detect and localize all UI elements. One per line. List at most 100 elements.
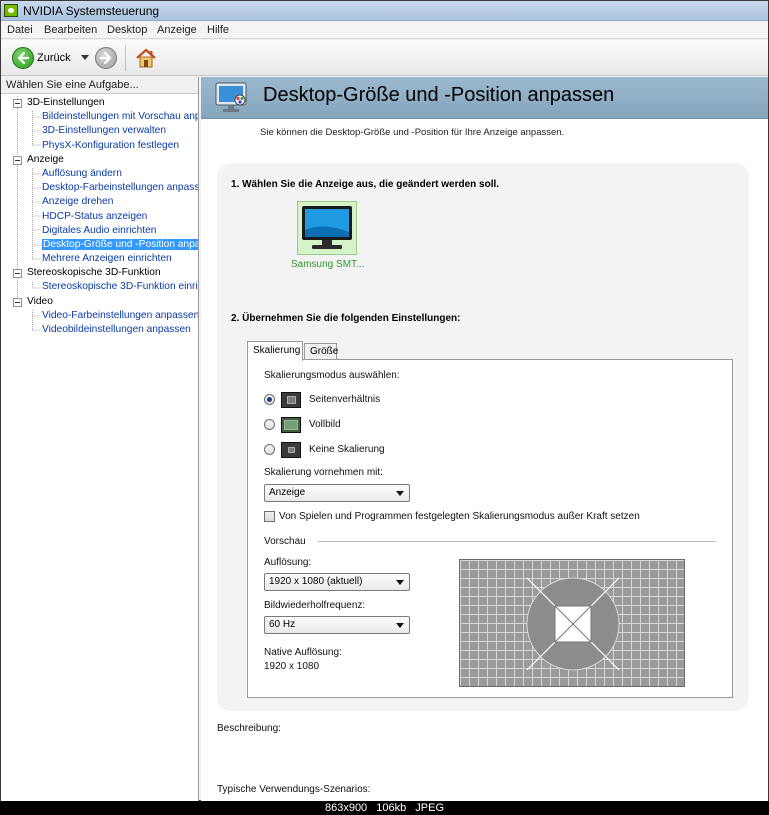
tree-item-label: Stereoskopische 3D-Funktion einrichten [42, 281, 198, 293]
mode-label-seitenverhaeltnis[interactable]: Seitenverhältnis [309, 394, 380, 405]
content-panel: Desktop-Größe und -Position anpassen Sie… [201, 77, 768, 801]
page-description: Sie können die Desktop-Größe und -Positi… [260, 127, 565, 138]
resolution-select[interactable]: 1920 x 1080 (aktuell) [264, 573, 410, 591]
tree-group-label: Anzeige [27, 153, 64, 165]
description-label: Beschreibung: [217, 723, 281, 734]
sidebar-item-farbeinstellungen[interactable]: Desktop-Farbeinstellungen anpassen [1, 181, 198, 195]
tree-group-stereo[interactable]: Stereoskopische 3D-Funktion [1, 266, 198, 280]
radio-keine-skalierung[interactable] [264, 444, 275, 455]
menu-anzeige[interactable]: Anzeige [157, 24, 197, 36]
tree-group-label: 3D-Einstellungen [27, 97, 105, 108]
tree-item-label: Digitales Audio einrichten [42, 224, 157, 236]
sidebar-item-physx[interactable]: PhysX-Konfiguration festlegen [1, 139, 198, 153]
tree-item-label: Videobildeinstellungen anpassen [42, 324, 191, 335]
nvidia-logo-icon [4, 4, 18, 17]
tab-groesse[interactable]: Größe [304, 343, 338, 360]
step-2-heading: 2. Übernehmen Sie die folgenden Einstell… [231, 313, 461, 324]
perform-on-label: Skalierung vornehmen mit: [264, 467, 383, 478]
sidebar-item-stereo-einrichten[interactable]: Stereoskopische 3D-Funktion einrichten [1, 280, 198, 294]
back-label[interactable]: Zurück [37, 52, 71, 64]
tree-item-label: 3D-Einstellungen verwalten [42, 125, 167, 137]
override-checkbox[interactable] [264, 511, 275, 522]
sidebar-item-mehrere-anzeigen[interactable]: Mehrere Anzeigen einrichten [1, 252, 198, 266]
skalierung-panel: Skalierungsmodus auswählen: Seitenverhäl… [247, 359, 733, 698]
sidebar-item-video-farbe[interactable]: Video-Farbeinstellungen anpassen [1, 309, 198, 323]
tree-item-label: PhysX-Konfiguration festlegen [42, 139, 180, 151]
image-size: 106kb [376, 802, 407, 814]
tree-group-anzeige[interactable]: Anzeige [1, 153, 198, 167]
tree-item-label: Bildeinstellungen mit Vorschau anpassen [42, 111, 198, 123]
toolbar-separator [125, 45, 126, 71]
refresh-rate-select[interactable]: 60 Hz [264, 616, 410, 634]
sidebar-item-hdcp[interactable]: HDCP-Status anzeigen [1, 210, 198, 224]
history-dropdown-icon[interactable] [81, 55, 89, 60]
no-scaling-icon [281, 442, 301, 458]
image-info-bar: 863x900 106kb JPEG [0, 801, 769, 815]
override-checkbox-label[interactable]: Von Spielen und Programmen festgelegten … [279, 511, 640, 522]
native-resolution-label: Native Auflösung: [264, 647, 342, 658]
image-format: JPEG [415, 802, 445, 814]
tree-group-video[interactable]: Video [1, 295, 198, 309]
mode-label-keine-skalierung[interactable]: Keine Skalierung [309, 444, 385, 455]
settings-area: 1. Wählen Sie die Anzeige aus, die geänd… [217, 163, 749, 711]
toolbar: Zurück [1, 40, 768, 76]
tree-item-label: Desktop-Farbeinstellungen anpassen [42, 182, 198, 194]
collapse-icon[interactable] [13, 155, 22, 165]
tree-group-label: Video [27, 295, 53, 307]
tree-group-3d[interactable]: 3D-Einstellungen [1, 96, 198, 110]
title-bar[interactable]: NVIDIA Systemsteuerung [1, 1, 768, 21]
tree-item-label: Anzeige drehen [42, 196, 114, 208]
sidebar-item-anzeige-drehen[interactable]: Anzeige drehen [1, 195, 198, 209]
perform-on-select[interactable]: Anzeige [264, 484, 410, 502]
collapse-icon[interactable] [13, 269, 22, 279]
monitor-tile[interactable] [297, 201, 357, 255]
tree-item-label: Video-Farbeinstellungen anpassen [42, 309, 198, 321]
sidebar-item-videobild[interactable]: Videobildeinstellungen anpassen [1, 323, 198, 337]
preview-section-label: Vorschau [264, 536, 306, 547]
tab-skalierung[interactable]: Skalierung [247, 341, 303, 361]
menu-hilfe[interactable]: Hilfe [207, 24, 229, 36]
window-title: NVIDIA Systemsteuerung [23, 4, 160, 18]
menu-bearbeiten[interactable]: Bearbeiten [44, 24, 97, 36]
menu-desktop[interactable]: Desktop [107, 24, 147, 36]
forward-button[interactable] [95, 47, 117, 69]
tree-item-label: Desktop-Größe und -Position anpassen [42, 238, 198, 250]
sidebar-header: Wählen Sie eine Aufgabe... [1, 77, 198, 94]
task-sidebar: Wählen Sie eine Aufgabe... 3D-Einstellun… [1, 77, 199, 801]
monitor-icon [302, 206, 352, 249]
menu-datei[interactable]: Datei [7, 24, 33, 36]
scaling-preview [459, 559, 685, 687]
native-resolution-value: 1920 x 1080 [264, 661, 320, 672]
back-button[interactable] [12, 47, 34, 69]
sidebar-item-bildeinstellungen[interactable]: Bildeinstellungen mit Vorschau anpassen [1, 110, 198, 124]
preview-test-pattern [526, 577, 620, 671]
step-1-heading: 1. Wählen Sie die Anzeige aus, die geänd… [231, 179, 500, 190]
scenarios-label: Typische Verwendungs-Szenarios: [217, 784, 371, 795]
home-icon[interactable] [134, 46, 158, 70]
arrow-right-icon [99, 51, 112, 65]
monitor-label[interactable]: Samsung SMT... [291, 259, 364, 270]
arrow-left-icon [17, 51, 30, 65]
radio-vollbild[interactable] [264, 419, 275, 430]
radio-seitenverhaeltnis[interactable] [264, 394, 275, 405]
refresh-rate-label: Bildwiederholfrequenz: [264, 600, 366, 611]
preview-divider [318, 541, 716, 542]
resolution-label: Auflösung: [264, 557, 312, 568]
collapse-icon[interactable] [13, 297, 22, 307]
tree-group-label: Stereoskopische 3D-Funktion [27, 267, 161, 279]
sidebar-item-desktop-groesse[interactable]: Desktop-Größe und -Position anpassen [1, 238, 198, 252]
sidebar-item-audio[interactable]: Digitales Audio einrichten [1, 224, 198, 238]
collapse-icon[interactable] [13, 99, 22, 108]
sidebar-item-aufloesung[interactable]: Auflösung ändern [1, 167, 198, 181]
sidebar-item-3d-verwalten[interactable]: 3D-Einstellungen verwalten [1, 124, 198, 138]
image-dimensions: 863x900 [324, 802, 368, 814]
display-settings-icon [215, 82, 247, 112]
app-window: NVIDIA Systemsteuerung Datei Bearbeiten … [0, 0, 769, 801]
fullscreen-icon [281, 417, 301, 433]
mode-label-vollbild[interactable]: Vollbild [309, 419, 341, 430]
tree-item-label: Auflösung ändern [42, 167, 122, 179]
task-tree: 3D-Einstellungen Bildeinstellungen mit V… [1, 96, 198, 337]
aspect-ratio-icon [281, 392, 301, 408]
page-header: Desktop-Größe und -Position anpassen [201, 77, 768, 119]
tree-item-label: HDCP-Status anzeigen [42, 210, 148, 222]
